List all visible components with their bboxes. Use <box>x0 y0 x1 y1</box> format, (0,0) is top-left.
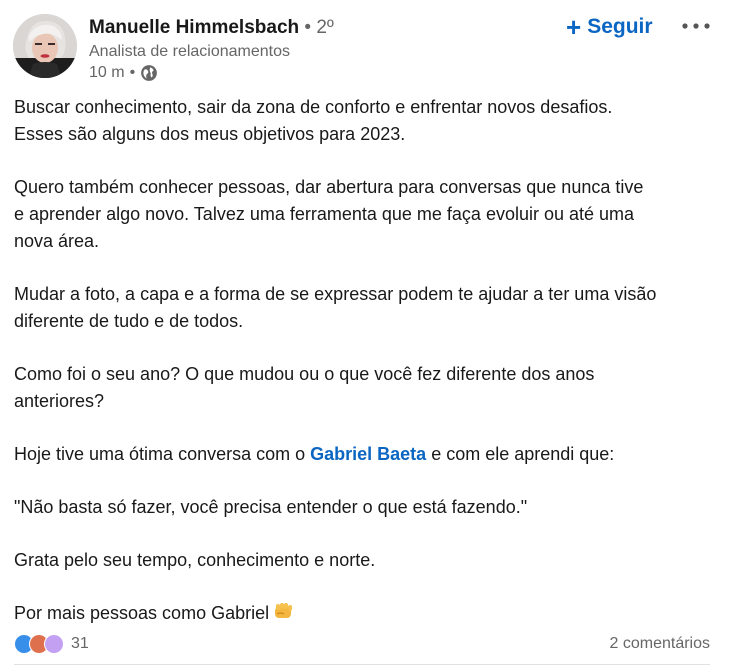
plus-icon: + <box>566 12 582 42</box>
reaction-count: 31 <box>71 635 89 652</box>
degree-separator: • <box>299 17 317 38</box>
post-line-final: Por mais pessoas como Gabriel <box>14 600 714 629</box>
post-line: Quero também conhecer pessoas, dar abert… <box>14 177 644 197</box>
reactions-summary[interactable]: 31 <box>14 634 89 654</box>
post-line: Buscar conhecimento, sair da zona de con… <box>14 97 613 117</box>
follow-button[interactable]: + Seguir <box>566 13 653 41</box>
post-line: anteriores? <box>14 391 105 411</box>
post-text: Buscar conhecimento, sair da zona de con… <box>14 94 714 629</box>
fist-bump-emoji-icon <box>272 601 294 629</box>
divider <box>14 664 710 665</box>
post-line: e aprender algo novo. Talvez uma ferrame… <box>14 204 635 224</box>
post-meta: 10 m • <box>89 63 158 83</box>
more-options-button[interactable] <box>680 12 712 40</box>
post-closing: Por mais pessoas como Gabriel <box>14 603 270 623</box>
reaction-icons <box>14 634 64 654</box>
author-headline: Analista de relacionamentos <box>89 43 291 60</box>
post-line: Como foi o seu ano? O que mudou ou o que… <box>14 364 595 384</box>
post-line: nova área. <box>14 231 100 251</box>
support-reaction-icon <box>44 634 64 654</box>
author-avatar[interactable] <box>13 14 77 78</box>
comments-count-link[interactable]: 2 comentários <box>610 635 711 653</box>
mention-before: Hoje tive uma ótima conversa com o <box>14 444 311 464</box>
mention-after: e com ele aprendi que: <box>426 444 615 464</box>
avatar-photo <box>13 14 77 78</box>
social-counts-bar: 31 2 comentários <box>14 634 710 654</box>
post-line: diferente de tudo e de todos. <box>14 311 244 331</box>
post-line: Mudar a foto, a capa e a forma de se exp… <box>14 284 657 304</box>
more-horizontal-icon <box>682 23 710 29</box>
post-time: 10 m <box>89 64 125 81</box>
connection-degree: 2º <box>316 17 334 38</box>
post-quote: "Não basta só fazer, você precisa entend… <box>14 497 528 517</box>
author-name[interactable]: Manuelle Himmelsbach <box>89 17 299 38</box>
mention-link[interactable]: Gabriel Baeta <box>310 444 426 464</box>
follow-label: Seguir <box>587 15 653 38</box>
post-line: Esses são alguns dos meus objetivos para… <box>14 124 406 144</box>
globe-icon <box>140 64 158 82</box>
meta-separator: • <box>129 64 136 81</box>
post-line-with-mention: Hoje tive uma ótima conversa com o Gabri… <box>14 441 714 468</box>
post-line: Grata pelo seu tempo, conhecimento e nor… <box>14 550 376 570</box>
author-name-row: Manuelle Himmelsbach • 2º <box>89 16 334 40</box>
feed-post: Manuelle Himmelsbach • 2º Analista de re… <box>0 0 730 670</box>
